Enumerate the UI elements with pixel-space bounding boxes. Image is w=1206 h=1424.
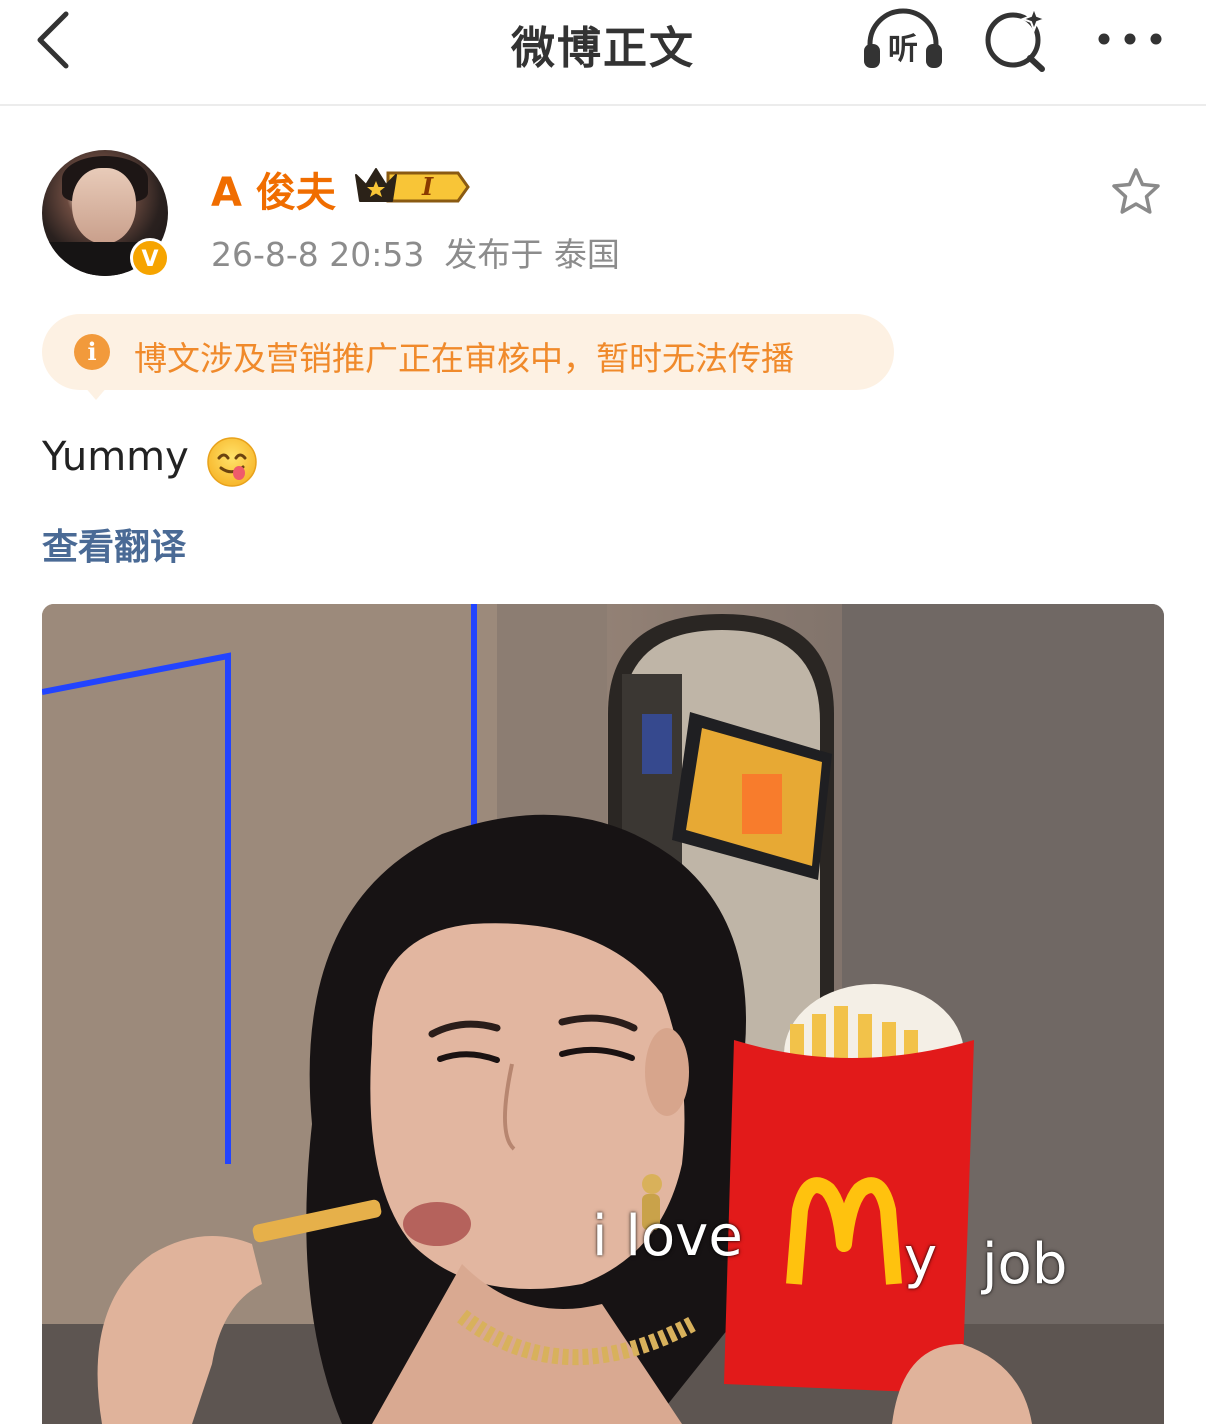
review-notice: i 博文涉及营销推广正在审核中，暂时无法传播	[42, 314, 894, 390]
listen-button[interactable]: 听	[860, 6, 946, 72]
notice-pointer	[84, 386, 108, 400]
more-dots-icon	[1098, 33, 1162, 45]
yummy-face-emoji	[206, 436, 258, 488]
vip-level: I	[421, 172, 434, 201]
crown-icon: I	[355, 168, 470, 203]
avatar-face	[72, 168, 136, 244]
post-timestamp: 26-8-8 20:53	[211, 235, 425, 274]
sparkle-search-icon	[985, 5, 1048, 72]
more-options-button[interactable]	[1094, 24, 1166, 54]
search-button[interactable]	[982, 5, 1052, 72]
vip-crown-badge[interactable]: I	[352, 163, 470, 207]
post-text: Yummy	[42, 434, 189, 480]
favorite-button[interactable]	[1110, 166, 1162, 218]
photo-illustration	[42, 604, 1164, 1424]
verified-badge: V	[130, 238, 170, 278]
photo-caption-part-3: job	[982, 1232, 1068, 1297]
post-meta: 26-8-8 20:53 发布于 泰国	[211, 228, 620, 276]
listen-label: 听	[888, 32, 918, 67]
post-photo[interactable]: i love y job	[42, 604, 1164, 1424]
star-icon	[1112, 168, 1160, 214]
top-navigation-bar: 微博正文 听	[0, 0, 1206, 106]
author-name[interactable]: A 俊夫	[211, 160, 336, 218]
review-notice-text: 博文涉及营销推广正在审核中，暂时无法传播	[134, 339, 794, 378]
post-location: 发布于 泰国	[444, 235, 620, 274]
info-icon: i	[74, 334, 110, 370]
photo-caption-part-2: y	[904, 1226, 938, 1291]
photo-caption-part-1: i love	[592, 1204, 743, 1269]
translate-link[interactable]: 查看翻译	[42, 518, 186, 570]
